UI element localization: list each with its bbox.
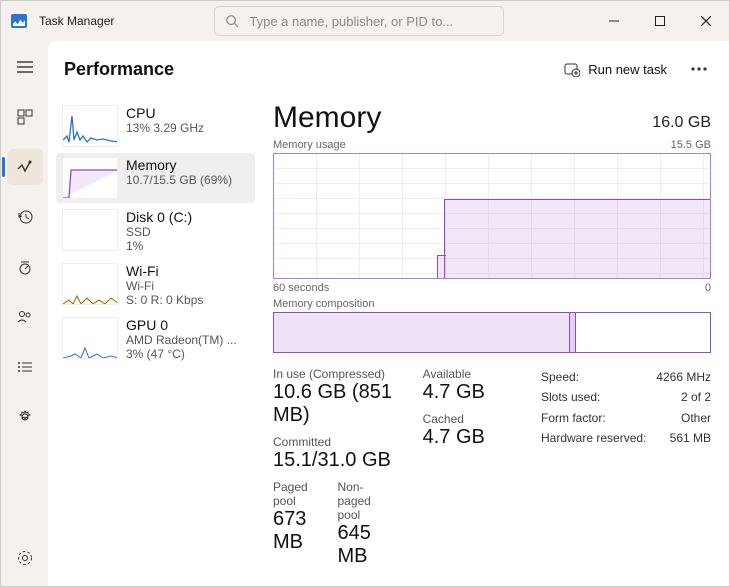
wifi-thumbnail — [62, 263, 118, 305]
sidebar-item-sub: SSD — [126, 225, 192, 239]
sidebar-item-label: Memory — [126, 157, 232, 173]
close-button[interactable] — [683, 1, 729, 41]
nav-startup[interactable] — [7, 249, 43, 285]
speed-label: Speed: — [541, 367, 579, 387]
hamburger-button[interactable] — [7, 49, 43, 85]
users-icon — [17, 309, 33, 325]
available-label: Available — [423, 367, 511, 381]
hamburger-icon — [17, 61, 33, 73]
disk-thumbnail — [62, 209, 118, 251]
form-value: Other — [681, 408, 711, 428]
chart-usage-label: Memory usage — [273, 139, 346, 151]
nav-rail — [1, 41, 48, 586]
chart-usage-max: 15.5 GB — [671, 139, 711, 151]
nav-services[interactable] — [7, 399, 43, 435]
titlebar: Task Manager Type a name, publisher, or … — [1, 1, 729, 41]
nav-app-history[interactable] — [7, 199, 43, 235]
nav-details[interactable] — [7, 349, 43, 385]
memory-capacity: 16.0 GB — [652, 114, 711, 132]
sidebar-item-label: Disk 0 (C:) — [126, 209, 192, 225]
composition-label: Memory composition — [273, 298, 711, 310]
page-title: Performance — [64, 59, 174, 80]
sidebar-item-sub2: 3% (47 °C) — [126, 347, 237, 361]
performance-icon — [17, 159, 33, 175]
available-value: 4.7 GB — [423, 381, 511, 404]
chart-axis-right: 0 — [705, 282, 711, 294]
sidebar-item-sub: Wi-Fi — [126, 279, 203, 293]
chart-axis-left: 60 seconds — [273, 282, 329, 294]
processes-icon — [17, 109, 33, 125]
more-options-button[interactable] — [685, 63, 713, 75]
nav-processes[interactable] — [7, 99, 43, 135]
run-task-icon — [564, 61, 580, 77]
sidebar-item-sub2: S: 0 R: 0 Kbps — [126, 293, 203, 307]
nav-users[interactable] — [7, 299, 43, 335]
history-icon — [17, 209, 33, 225]
run-new-task-label: Run new task — [588, 62, 667, 77]
app-icon — [11, 14, 27, 28]
nav-settings[interactable] — [7, 540, 43, 576]
sidebar-item-sub: AMD Radeon(TM) ... — [126, 333, 237, 347]
sidebar-item-label: Wi-Fi — [126, 263, 203, 279]
search-icon — [225, 14, 239, 28]
sidebar-item-disk[interactable]: Disk 0 (C:) SSD 1% — [56, 205, 255, 257]
sidebar-item-label: GPU 0 — [126, 317, 237, 333]
sidebar-item-cpu[interactable]: CPU 13% 3.29 GHz — [56, 101, 255, 151]
close-icon — [701, 16, 711, 26]
nonpaged-label: Non-paged pool — [337, 480, 392, 522]
committed-label: Committed — [273, 435, 393, 449]
sidebar-item-sub: 10.7/15.5 GB (69%) — [126, 173, 232, 187]
sidebar-item-wifi[interactable]: Wi-Fi Wi-Fi S: 0 R: 0 Kbps — [56, 259, 255, 311]
hw-value: 561 MB — [670, 428, 711, 448]
search-placeholder: Type a name, publisher, or PID to... — [249, 14, 453, 29]
run-new-task-button[interactable]: Run new task — [556, 55, 675, 83]
details-icon — [17, 361, 33, 373]
nav-performance[interactable] — [7, 149, 43, 185]
speed-value: 4266 MHz — [656, 367, 711, 387]
in-use-value: 10.6 GB (851 MB) — [273, 381, 393, 427]
sidebar-item-memory[interactable]: Memory 10.7/15.5 GB (69%) — [56, 153, 255, 203]
cached-value: 4.7 GB — [423, 426, 511, 449]
cpu-thumbnail — [62, 105, 118, 147]
gear-icon — [17, 550, 33, 566]
startup-icon — [17, 259, 33, 275]
sidebar-item-gpu[interactable]: GPU 0 AMD Radeon(TM) ... 3% (47 °C) — [56, 313, 255, 365]
paged-label: Paged pool — [273, 480, 317, 508]
services-icon — [17, 409, 33, 425]
slots-value: 2 of 2 — [681, 387, 711, 407]
search-input[interactable]: Type a name, publisher, or PID to... — [214, 6, 504, 36]
sidebar-item-label: CPU — [126, 105, 204, 121]
sidebar-item-sub2: 1% — [126, 239, 192, 253]
sidebar-item-sub: 13% 3.29 GHz — [126, 121, 204, 135]
paged-value: 673 MB — [273, 508, 317, 554]
minimize-button[interactable] — [591, 1, 637, 41]
window-controls — [591, 1, 729, 41]
memory-usage-chart — [273, 153, 711, 279]
more-icon — [691, 67, 707, 71]
memory-detail: Memory 16.0 GB Memory usage 15.5 GB 60 s… — [255, 97, 729, 586]
slots-label: Slots used: — [541, 387, 600, 407]
memory-thumbnail — [62, 157, 118, 199]
maximize-icon — [655, 16, 665, 26]
in-use-label: In use (Compressed) — [273, 367, 393, 381]
hw-label: Hardware reserved: — [541, 428, 646, 448]
cached-label: Cached — [423, 412, 511, 426]
minimize-icon — [609, 16, 619, 26]
page-header: Performance Run new task — [48, 41, 729, 97]
committed-value: 15.1/31.0 GB — [273, 449, 393, 472]
window-title: Task Manager — [39, 14, 114, 28]
performance-sidebar: CPU 13% 3.29 GHz Memory 10.7/15.5 GB (69… — [48, 97, 255, 586]
maximize-button[interactable] — [637, 1, 683, 41]
gpu-thumbnail — [62, 317, 118, 359]
form-label: Form factor: — [541, 408, 606, 428]
nonpaged-value: 645 MB — [337, 522, 392, 568]
memory-composition-chart — [273, 312, 711, 353]
detail-title: Memory — [273, 101, 381, 135]
